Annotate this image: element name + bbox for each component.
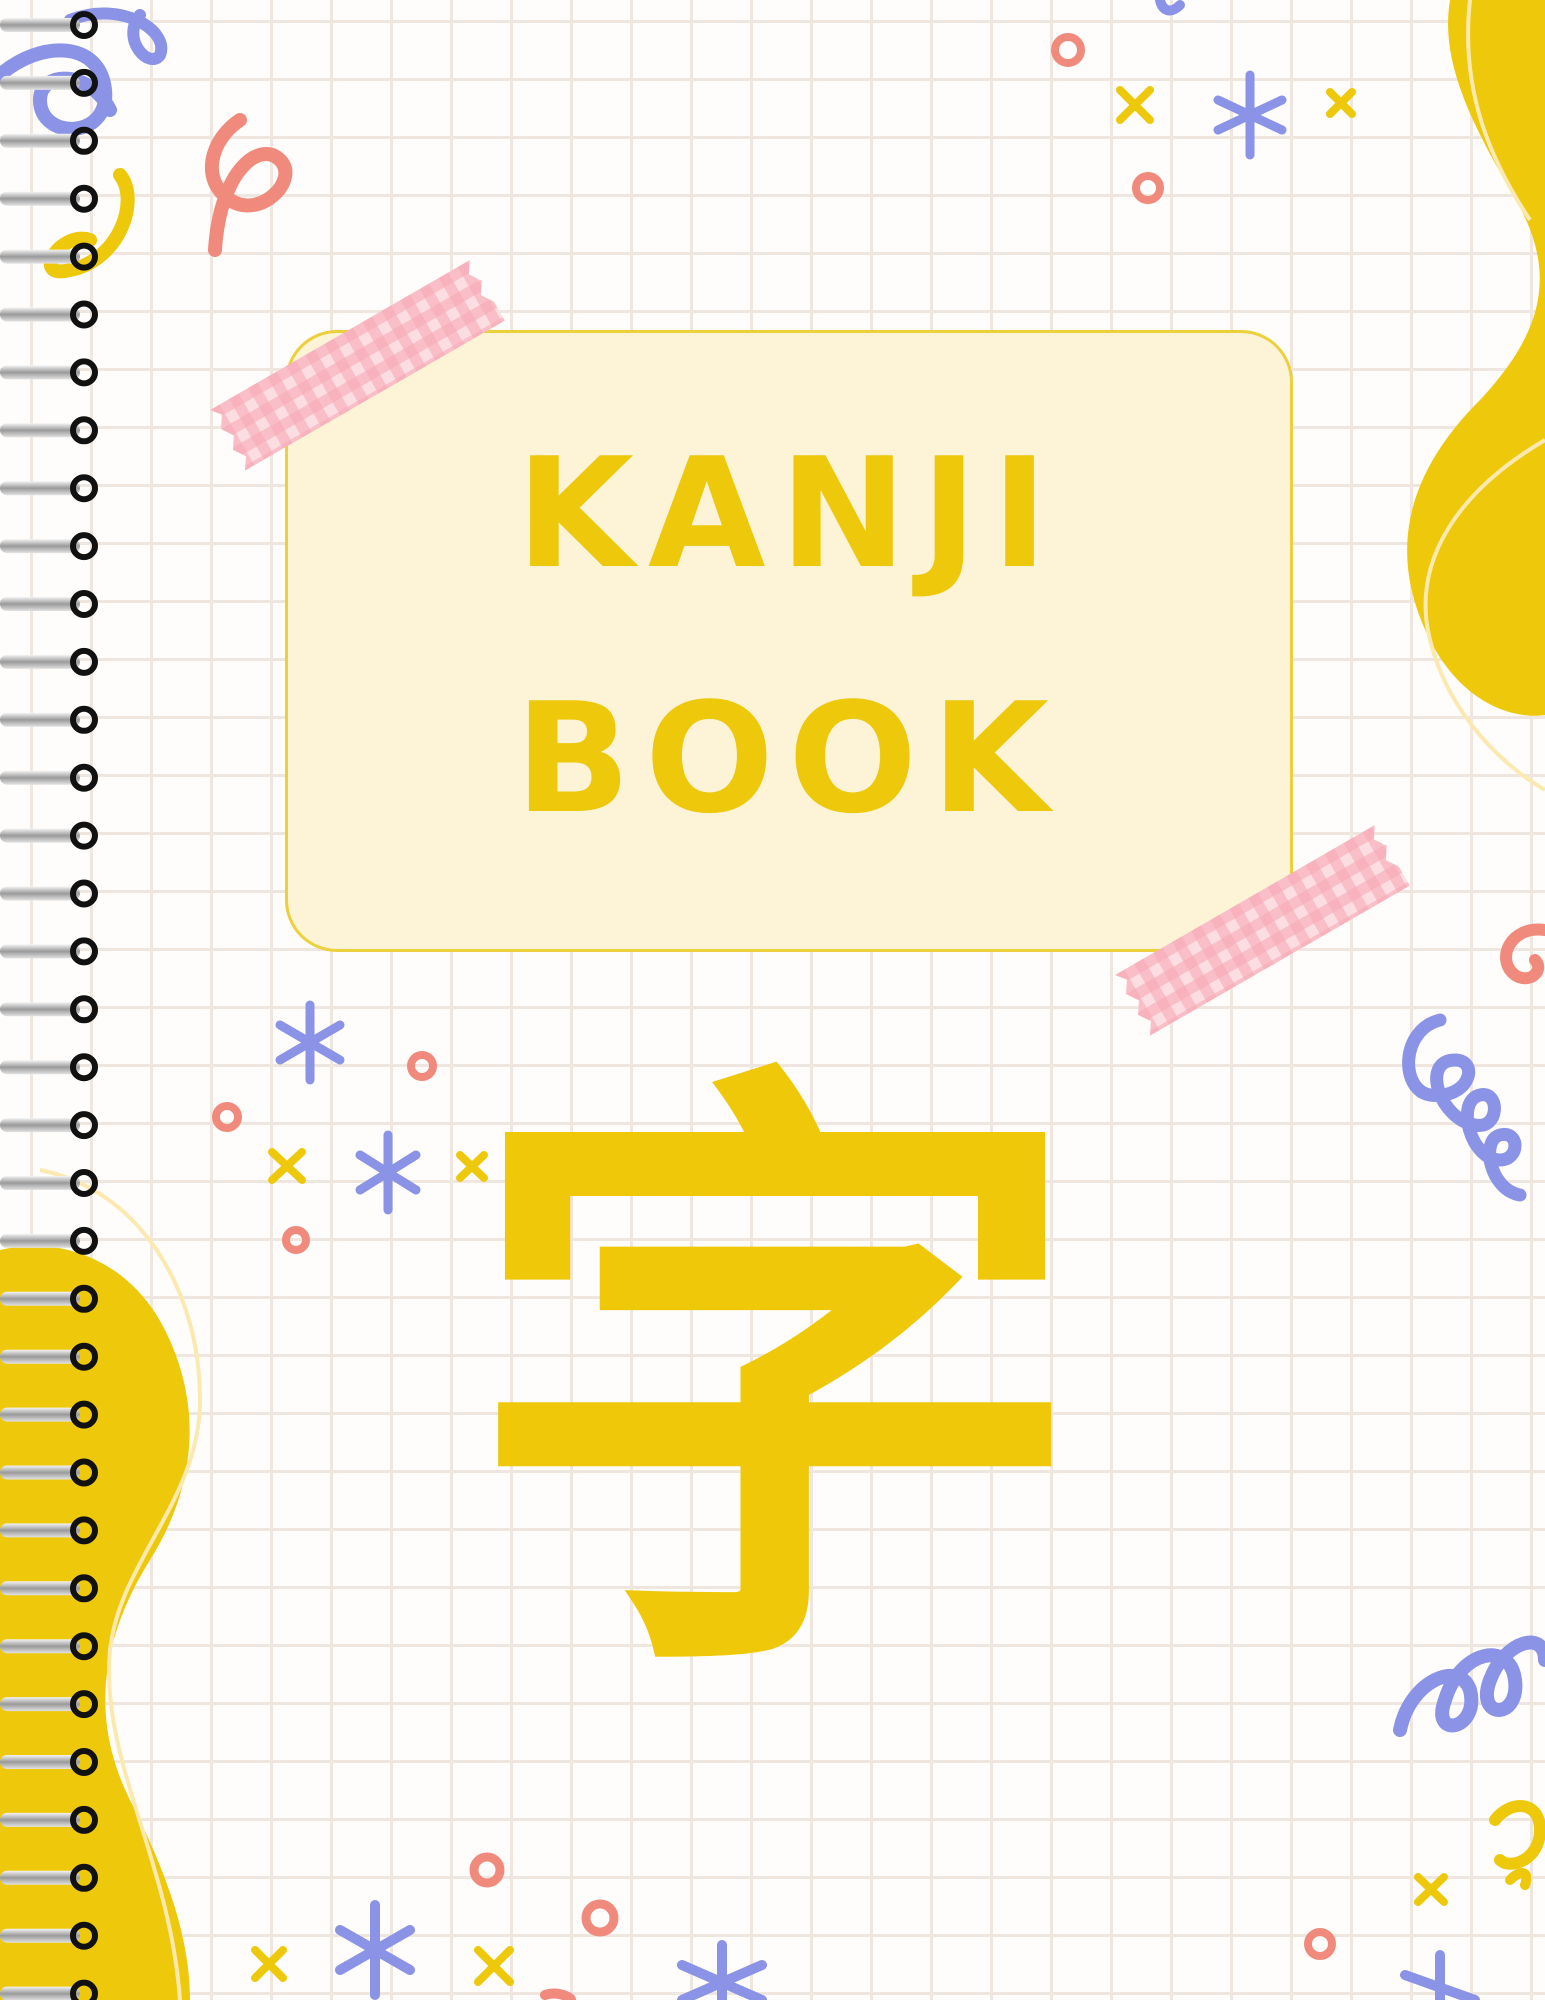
spiral-ring xyxy=(0,647,98,676)
spiral-binding-icon xyxy=(0,11,98,2000)
spiral-ring xyxy=(0,1226,98,1255)
spiral-ring xyxy=(0,1805,98,1834)
spiral-ring xyxy=(0,242,98,271)
spiral-ring xyxy=(0,1690,98,1719)
spiral-ring xyxy=(0,11,98,39)
spiral-ring xyxy=(0,184,98,213)
spiral-ring xyxy=(0,705,98,734)
washi-tape-icon xyxy=(210,260,505,471)
spiral-ring xyxy=(0,1400,98,1429)
spiral-ring xyxy=(0,1458,98,1487)
notebook-cover: KANJI BOOK 字 xyxy=(0,0,1545,2000)
spiral-ring xyxy=(0,1748,98,1776)
spiral-ring xyxy=(0,1053,98,1082)
spiral-ring xyxy=(0,1111,98,1140)
spiral-ring xyxy=(0,416,98,445)
spiral-ring xyxy=(0,532,98,561)
spiral-ring xyxy=(0,821,98,850)
spiral-ring xyxy=(0,1169,98,1197)
spiral-ring xyxy=(0,68,98,97)
spiral-ring xyxy=(0,1342,98,1371)
spiral-ring xyxy=(0,995,98,1024)
spiral-ring xyxy=(0,763,98,792)
spiral-ring xyxy=(0,1516,98,1545)
spiral-ring xyxy=(0,358,98,387)
spiral-ring xyxy=(0,1979,98,2000)
spiral-ring xyxy=(0,126,98,155)
spiral-ring xyxy=(0,300,98,329)
spiral-ring xyxy=(0,1284,98,1313)
spiral-ring xyxy=(0,1632,98,1661)
spiral-ring xyxy=(0,1921,98,1950)
spiral-ring xyxy=(0,474,98,503)
spiral-ring xyxy=(0,937,98,966)
kanji-character: 字 xyxy=(465,1024,1085,1745)
spiral-ring xyxy=(0,879,98,908)
spiral-ring xyxy=(0,1574,98,1603)
spiral-ring xyxy=(0,1863,98,1892)
washi-tape-icon xyxy=(1115,825,1410,1036)
spiral-ring xyxy=(0,590,98,618)
